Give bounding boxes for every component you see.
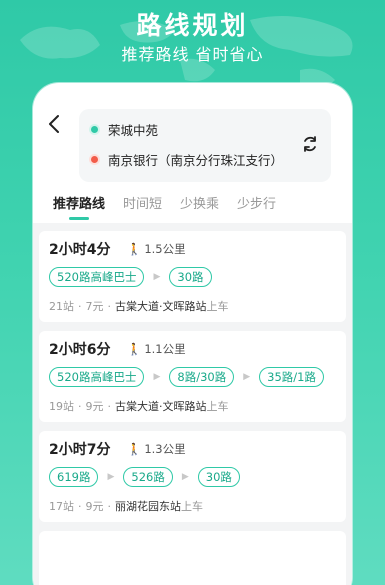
route-lines: 520路高峰巴士 ▶ 8路/30路 ▶ 35路/1路 xyxy=(49,367,324,387)
walk-icon: 🚶 xyxy=(127,242,142,256)
fare: 9元 xyxy=(85,500,104,513)
walk-distance-value: 1.5公里 xyxy=(144,242,186,256)
walk-distance-value: 1.3公里 xyxy=(144,442,186,456)
route-card[interactable]: 2小时7分 🚶 1.3公里 619路 ▶ 526路 ▶ 30路 17站 · 9元 · 丽… xyxy=(39,431,346,522)
bus-line-badge: 30路 xyxy=(197,467,240,487)
bus-line-badge: 30路 xyxy=(169,267,212,287)
origin-dot-icon xyxy=(91,126,98,133)
boarding-suffix: 上车 xyxy=(181,500,203,513)
swap-icon xyxy=(304,136,316,152)
walk-icon: 🚶 xyxy=(127,442,142,456)
chevron-left-icon xyxy=(49,115,59,133)
origin-field[interactable]: 荣城中苑 xyxy=(91,120,158,139)
back-button[interactable] xyxy=(45,113,65,135)
fare: 7元 xyxy=(85,300,104,313)
route-list: 2小时4分 🚶 1.5公里 520路高峰巴士 ▶ 30路 21站 · 7元 · 古棠大道… xyxy=(33,223,352,585)
route-meta: 17站 · 9元 · 丽湖花园东站上车 xyxy=(49,500,203,513)
route-card[interactable]: 2小时4分 🚶 1.5公里 520路高峰巴士 ▶ 30路 21站 · 7元 · 古棠大道… xyxy=(39,231,346,322)
destination-field[interactable]: 南京银行（南京分行珠江支行） xyxy=(91,150,283,169)
route-tabs: 推荐路线 时间短 少换乘 少步行 xyxy=(53,193,276,220)
boarding-suffix: 上车 xyxy=(206,300,229,313)
tab-recommended[interactable]: 推荐路线 xyxy=(53,193,105,220)
triangle-right-icon: ▶ xyxy=(153,372,161,382)
bus-line-badge: 520路高峰巴士 xyxy=(49,267,145,287)
walk-distance: 🚶 1.5公里 xyxy=(127,241,186,257)
route-lines: 619路 ▶ 526路 ▶ 30路 xyxy=(49,467,240,487)
hero-title: 路线规划 xyxy=(136,11,249,40)
triangle-right-icon: ▶ xyxy=(153,272,161,282)
triangle-right-icon: ▶ xyxy=(243,372,251,382)
origin-label: 荣城中苑 xyxy=(108,123,159,138)
boarding-stop: 古棠大道·文晖路站 xyxy=(115,400,207,413)
stop-count: 19站 xyxy=(49,400,74,413)
boarding-stop: 古棠大道·文晖路站 xyxy=(115,300,207,313)
route-duration: 2小时4分 xyxy=(49,242,111,258)
tab-shortest-time[interactable]: 时间短 xyxy=(123,193,162,212)
bus-line-badge: 35路/1路 xyxy=(259,367,324,387)
stop-count: 17站 xyxy=(49,500,74,513)
stop-count: 21站 xyxy=(49,300,74,313)
bus-line-badge: 8路/30路 xyxy=(169,367,235,387)
boarding-suffix: 上车 xyxy=(206,400,229,413)
triangle-right-icon: ▶ xyxy=(181,472,189,482)
triangle-right-icon: ▶ xyxy=(107,472,115,482)
bus-line-badge: 619路 xyxy=(49,467,99,487)
walk-distance-value: 1.1公里 xyxy=(144,342,186,356)
tab-fewest-transfers[interactable]: 少换乘 xyxy=(180,193,219,212)
destination-dot-icon xyxy=(91,156,98,163)
hero-subtitle: 推荐路线 省时省心 xyxy=(121,45,264,64)
destination-label: 南京银行（南京分行珠江支行） xyxy=(108,153,284,168)
route-meta: 21站 · 7元 · 古棠大道·文晖路站上车 xyxy=(49,300,229,313)
swap-button[interactable] xyxy=(299,133,321,155)
route-lines: 520路高峰巴士 ▶ 30路 xyxy=(49,267,212,287)
tab-least-walking[interactable]: 少步行 xyxy=(237,193,276,212)
walk-icon: 🚶 xyxy=(127,342,142,356)
walk-distance: 🚶 1.1公里 xyxy=(127,341,186,357)
route-input-box: 荣城中苑 南京银行（南京分行珠江支行） xyxy=(79,109,331,182)
walk-distance: 🚶 1.3公里 xyxy=(127,441,186,457)
bus-line-badge: 526路 xyxy=(123,467,173,487)
route-duration: 2小时6分 xyxy=(49,342,111,358)
bus-line-badge: 520路高峰巴士 xyxy=(49,367,145,387)
route-duration: 2小时7分 xyxy=(49,442,111,458)
phone-frame: 荣城中苑 南京银行（南京分行珠江支行） 推荐路线 时间短 少换乘 少步行 2小时… xyxy=(33,83,352,585)
boarding-stop: 丽湖花园东站 xyxy=(115,500,181,513)
route-card-placeholder xyxy=(39,531,346,585)
route-meta: 19站 · 9元 · 古棠大道·文晖路站上车 xyxy=(49,400,229,413)
fare: 9元 xyxy=(85,400,104,413)
route-card[interactable]: 2小时6分 🚶 1.1公里 520路高峰巴士 ▶ 8路/30路 ▶ 35路/1路… xyxy=(39,331,346,422)
